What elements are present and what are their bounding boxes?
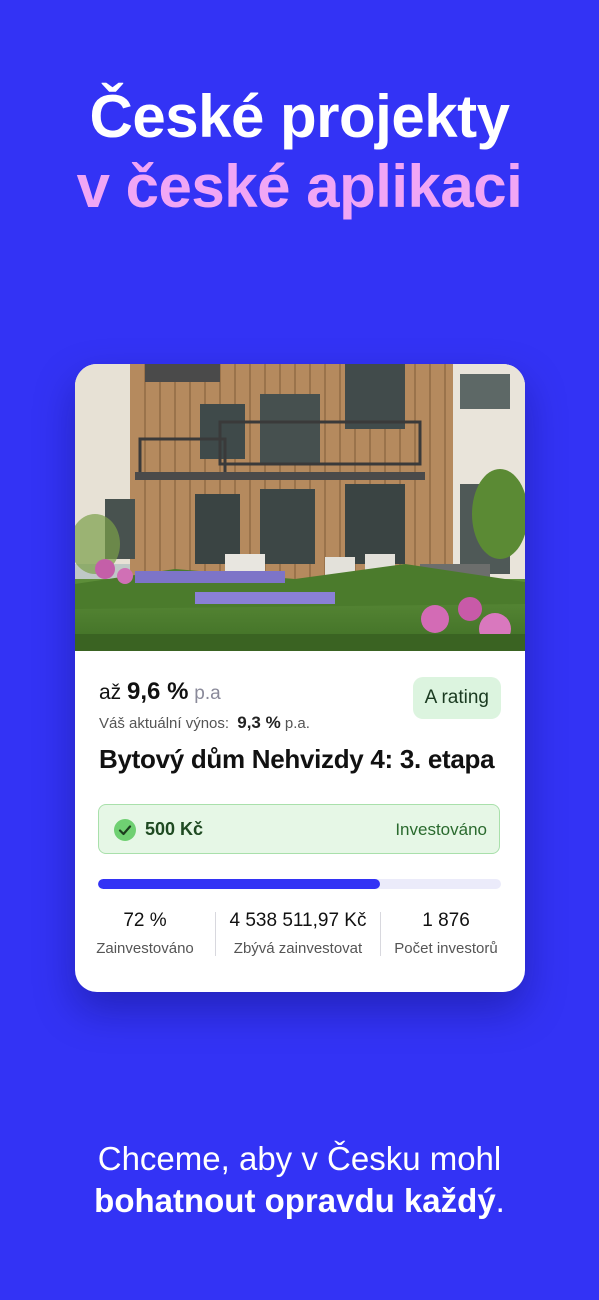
project-stats: 72 % Zainvestováno 4 538 511,97 Kč Zbývá…	[75, 904, 525, 964]
funding-progress-bar	[98, 879, 501, 889]
headline: České projekty v české aplikaci	[0, 82, 599, 222]
headline-line-1: České projekty	[89, 83, 510, 150]
tagline: Chceme, aby v Česku mohl bohatnout oprav…	[0, 1138, 599, 1222]
stat-label: Počet investorů	[394, 940, 498, 957]
max-yield: až 9,6 % p.a	[99, 678, 221, 706]
stat-label: Zbývá zainvestovat	[233, 940, 363, 957]
stat-investors: 1 876 Počet investorů	[381, 904, 511, 957]
stat-value: 4 538 511,97 Kč	[229, 910, 367, 931]
invested-amount: 500 Kč	[145, 819, 204, 839]
stat-value: 1 876	[422, 910, 470, 931]
project-photo	[75, 364, 525, 651]
stat-invested-percent: 72 % Zainvestováno	[75, 904, 215, 957]
funding-progress-fill	[98, 879, 381, 889]
current-yield-value: 9,3 %	[237, 713, 281, 732]
invested-status-label: Investováno	[395, 820, 487, 839]
yield-value: 9,6 %	[127, 678, 189, 705]
tagline-line-1: Chceme, aby v Česku mohl	[97, 1140, 502, 1177]
yield-prefix: až	[99, 681, 122, 704]
tagline-end: .	[495, 1182, 505, 1219]
invested-status-box: 500 Kč Investováno	[98, 804, 500, 854]
project-title[interactable]: Bytový dům Nehvizdy 4: 3. etapa	[99, 744, 495, 775]
yield-unit: p.a	[194, 683, 221, 704]
current-yield-label: Váš aktuální výnos:	[99, 715, 230, 732]
check-icon	[114, 819, 136, 841]
project-card[interactable]: až 9,6 % p.a Váš aktuální výnos: 9,3 % p…	[75, 364, 525, 992]
stat-value: 72 %	[123, 910, 167, 931]
rating-badge: A rating	[412, 677, 501, 719]
stat-label: Zainvestováno	[96, 940, 194, 957]
tagline-line-2: bohatnout opravdu každý.	[94, 1182, 505, 1219]
stat-remaining: 4 538 511,97 Kč Zbývá zainvestovat	[216, 904, 380, 957]
headline-line-2: v české aplikaci	[76, 153, 523, 220]
tagline-bold: bohatnout opravdu každý	[94, 1182, 496, 1219]
current-yield: Váš aktuální výnos: 9,3 % p.a.	[99, 713, 310, 733]
current-yield-unit: p.a.	[284, 715, 310, 732]
